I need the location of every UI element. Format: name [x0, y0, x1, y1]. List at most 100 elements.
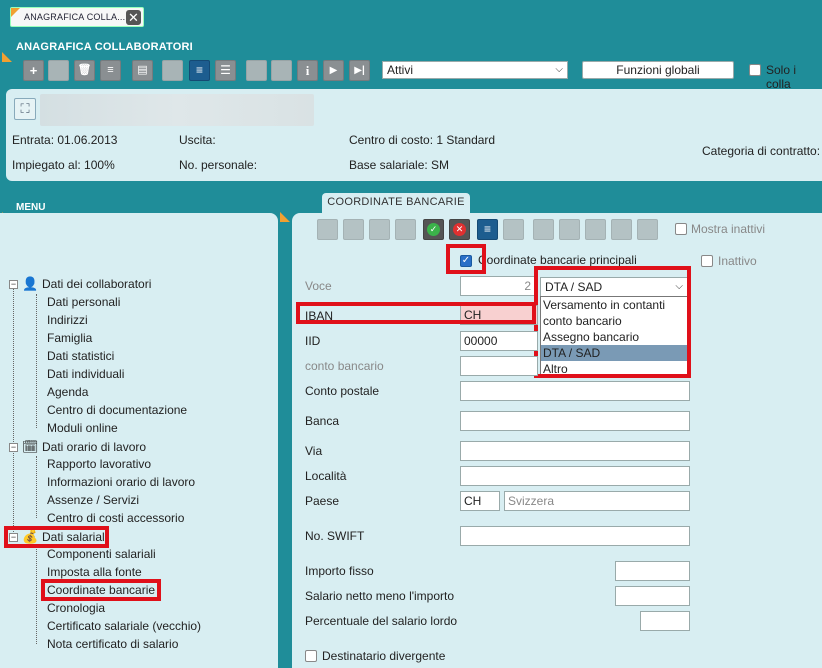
prev-button[interactable] — [559, 219, 580, 240]
highlight-box — [41, 579, 161, 601]
status-filter-value: Attivi — [387, 63, 414, 77]
net-salary-field[interactable] — [615, 586, 690, 606]
bank-account-label: conto bancario — [305, 359, 384, 373]
swift-label: No. SWIFT — [305, 529, 365, 543]
menu-item-agenda[interactable]: Agenda — [47, 385, 88, 399]
inactive-checkbox[interactable] — [701, 255, 713, 267]
menu-item-absences[interactable]: Assenze / Servizi — [47, 493, 139, 507]
country-code-field[interactable]: CH — [460, 491, 500, 511]
menu-title: MENU — [16, 202, 46, 213]
menu-group-working-time[interactable]: Dati orario di lavoro — [42, 440, 146, 454]
detail-icon[interactable]: ≡ — [477, 219, 498, 240]
street-label: Via — [305, 444, 323, 458]
chevron-down-icon: ⌵ — [555, 64, 563, 75]
menu-item-working-time-info[interactable]: Informazioni orario di lavoro — [47, 475, 195, 489]
swift-field[interactable] — [460, 526, 690, 546]
bank-label: Banca — [305, 414, 340, 428]
person-icon: 👤 — [22, 276, 39, 291]
menu-item-salary-certificate-old[interactable]: Certificato salariale (vecchio) — [47, 619, 201, 633]
country-label: Paese — [305, 494, 340, 508]
expand-icon[interactable]: ⛶ — [14, 98, 36, 120]
street-field[interactable] — [460, 441, 690, 461]
corner-marker-icon — [2, 52, 12, 62]
show-inactive-label: Mostra inattivi — [691, 222, 766, 236]
next-icon[interactable]: ▶ — [323, 60, 344, 81]
city-label: Località — [305, 469, 347, 483]
show-inactive-checkbox[interactable] — [675, 223, 687, 235]
print-icon[interactable]: ▤ — [132, 60, 153, 81]
voce-label: Voce — [305, 279, 332, 293]
menu-item-family[interactable]: Famiglia — [47, 331, 92, 345]
menu-item-salary-certificate-note[interactable]: Nota certificato di salario — [47, 637, 178, 651]
iid-label: IID — [305, 334, 321, 348]
only-checkbox[interactable] — [749, 64, 761, 76]
last-button[interactable] — [611, 219, 632, 240]
voce-field[interactable]: 2 — [460, 276, 536, 296]
last-icon[interactable]: ▶| — [349, 60, 370, 81]
bank-account-field[interactable] — [460, 356, 538, 376]
city-field[interactable] — [460, 466, 690, 486]
edit-button[interactable] — [395, 219, 416, 240]
menu-item-employment[interactable]: Rapporto lavorativo — [47, 457, 151, 471]
menu-group-collaborator-data[interactable]: Dati dei collaboratori — [42, 277, 151, 291]
blank-button-2[interactable] — [162, 60, 183, 81]
tree-guide — [36, 546, 37, 644]
main-coordinates-label: Coordinate bancarie principali — [478, 253, 637, 267]
extra-button[interactable] — [637, 219, 658, 240]
tab-bank-details[interactable]: COORDINATE BANCARIE — [322, 193, 470, 213]
toolbar-button[interactable] — [503, 219, 524, 240]
menu-item-chronology[interactable]: Cronologia — [47, 601, 105, 615]
sort-icon[interactable]: ≡ — [100, 60, 121, 81]
menu-item-addresses[interactable]: Indirizzi — [47, 313, 88, 327]
entry-date: Entrata: 01.06.2013 — [12, 133, 118, 147]
menu-item-accessory-cost-center[interactable]: Centro di costi accessorio — [47, 511, 184, 525]
country-name-field: Svizzera — [504, 491, 690, 511]
collapse-toggle[interactable]: − — [9, 443, 18, 452]
document-tab[interactable]: ANAGRAFICA COLLA... ✕ — [10, 7, 144, 27]
fixed-amount-field[interactable] — [615, 561, 690, 581]
page-title: ANAGRAFICA COLLABORATORI — [16, 41, 193, 53]
menu-item-withholding-tax[interactable]: Imposta alla fonte — [47, 565, 142, 579]
cancel-icon: ✕ — [453, 223, 466, 236]
menu-item-statistics[interactable]: Dati statistici — [47, 349, 114, 363]
cost-center: Centro di costo: 1 Standard — [349, 133, 496, 147]
cancel-button[interactable]: ✕ — [449, 219, 470, 240]
inactive-label: Inattivo — [718, 254, 757, 268]
copy-button[interactable] — [343, 219, 364, 240]
divergent-recipient-checkbox[interactable] — [305, 650, 317, 662]
highlight-box — [534, 266, 691, 378]
delete-icon[interactable]: 🗑 — [74, 60, 95, 81]
close-icon[interactable]: ✕ — [126, 10, 141, 25]
postal-account-label: Conto postale — [305, 384, 380, 398]
bank-field[interactable] — [460, 411, 690, 431]
status-filter-select[interactable]: Attivi ⌵ — [382, 61, 568, 79]
delete-button[interactable] — [369, 219, 390, 240]
add-icon[interactable]: + — [23, 60, 44, 81]
blank-button[interactable] — [48, 60, 69, 81]
save-button[interactable]: ✓ — [423, 219, 444, 240]
highlight-box — [4, 526, 109, 548]
fixed-amount-label: Importo fisso — [305, 564, 374, 578]
iid-field[interactable]: 00000 — [460, 331, 538, 351]
detail-view-icon[interactable]: ≡ — [189, 60, 210, 81]
tab-corner-icon — [11, 8, 20, 17]
global-functions-button[interactable]: Funzioni globali — [582, 61, 734, 79]
info-icon[interactable]: i — [297, 60, 318, 81]
prev-record-button[interactable] — [271, 60, 292, 81]
first-button[interactable] — [533, 219, 554, 240]
clock-icon: 🗓 — [22, 439, 39, 454]
postal-account-field[interactable] — [460, 381, 690, 401]
menu-item-individual-data[interactable]: Dati individuali — [47, 367, 124, 381]
salary-base: Base salariale: SM — [349, 158, 450, 172]
menu-item-documentation-center[interactable]: Centro di documentazione — [47, 403, 187, 417]
new-record-button[interactable] — [317, 219, 338, 240]
list-view-icon[interactable]: ☰ — [215, 60, 236, 81]
contract-category: Categoria di contratto: — [702, 144, 821, 158]
gross-percentage-field[interactable] — [640, 611, 690, 631]
menu-item-salary-components[interactable]: Componenti salariali — [47, 547, 156, 561]
menu-item-online-forms[interactable]: Moduli online — [47, 421, 118, 435]
next-button[interactable] — [585, 219, 606, 240]
first-record-button[interactable] — [246, 60, 267, 81]
collapse-toggle[interactable]: − — [9, 280, 18, 289]
menu-item-personal-data[interactable]: Dati personali — [47, 295, 120, 309]
